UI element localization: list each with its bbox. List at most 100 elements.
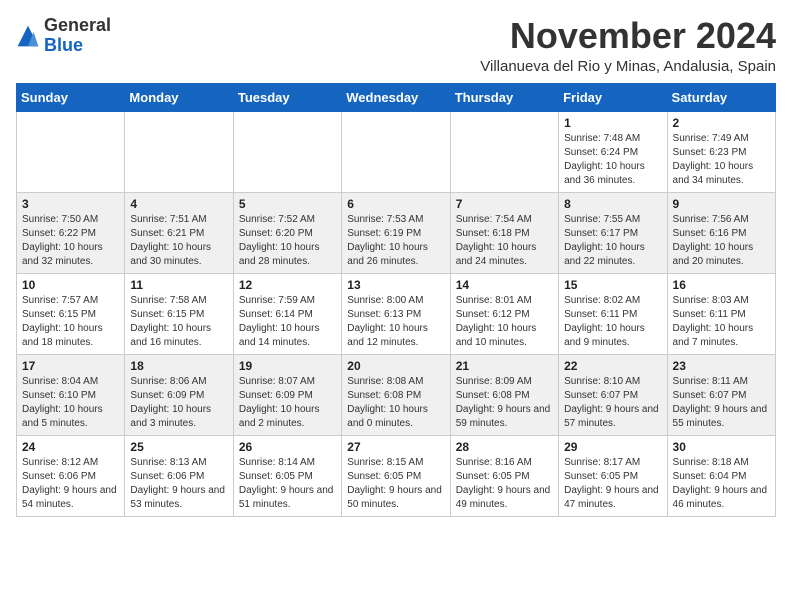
day-number: 23	[673, 359, 770, 373]
day-number: 24	[22, 440, 119, 454]
day-number: 2	[673, 116, 770, 130]
col-friday: Friday	[559, 83, 667, 111]
day-number: 18	[130, 359, 227, 373]
table-cell: 13 Sunrise: 8:00 AM Sunset: 6:13 PM Dayli…	[342, 273, 450, 354]
table-cell: 5Sunrise: 7:52 AM Sunset: 6:20 PM Daylig…	[233, 192, 341, 273]
table-cell	[17, 111, 125, 192]
day-info: Sunrise: 8:01 AM Sunset: 6:12 PM Dayligh…	[456, 294, 553, 350]
calendar-header: Sunday Monday Tuesday Wednesday Thursday…	[17, 83, 776, 111]
header-row: Sunday Monday Tuesday Wednesday Thursday…	[17, 83, 776, 111]
col-monday: Monday	[125, 83, 233, 111]
title-block: November 2024 Villanueva del Rio y Minas…	[480, 16, 776, 75]
day-info: Sunrise: 7:58 AM Sunset: 6:15 PM Dayligh…	[130, 294, 227, 350]
day-number: 30	[673, 440, 770, 454]
day-info: Sunrise: 8:04 AM Sunset: 6:10 PM Dayligh…	[22, 375, 119, 431]
day-info: Sunrise: 7:54 AM Sunset: 6:18 PM Dayligh…	[456, 213, 553, 269]
day-number: 9	[673, 197, 770, 211]
day-number: 25	[130, 440, 227, 454]
day-info: Sunrise: 8:08 AM Sunset: 6:08 PM Dayligh…	[347, 375, 444, 431]
day-info: Sunrise: 7:51 AM Sunset: 6:21 PM Dayligh…	[130, 213, 227, 269]
day-number: 10	[22, 278, 119, 292]
day-number: 29	[564, 440, 661, 454]
table-cell: 9 Sunrise: 7:56 AM Sunset: 6:16 PM Daylig…	[667, 192, 775, 273]
table-cell: 18 Sunrise: 8:06 AM Sunset: 6:09 PM Dayli…	[125, 354, 233, 435]
day-info: Sunrise: 8:11 AM Sunset: 6:07 PM Dayligh…	[673, 375, 770, 431]
day-info: Sunrise: 8:14 AM Sunset: 6:05 PM Dayligh…	[239, 456, 336, 512]
day-info: Sunrise: 8:03 AM Sunset: 6:11 PM Dayligh…	[673, 294, 770, 350]
logo: General Blue	[16, 16, 111, 56]
day-info: Sunrise: 8:02 AM Sunset: 6:11 PM Dayligh…	[564, 294, 661, 350]
day-number: 11	[130, 278, 227, 292]
day-info: Sunrise: 7:55 AM Sunset: 6:17 PM Dayligh…	[564, 213, 661, 269]
table-cell: 25 Sunrise: 8:13 AM Sunset: 6:06 PM Dayli…	[125, 435, 233, 516]
calendar-week-5: 24 Sunrise: 8:12 AM Sunset: 6:06 PM Dayli…	[17, 435, 776, 516]
day-info: Sunrise: 7:49 AM Sunset: 6:23 PM Dayligh…	[673, 132, 770, 188]
table-cell: 21 Sunrise: 8:09 AM Sunset: 6:08 PM Dayli…	[450, 354, 558, 435]
table-cell: 11 Sunrise: 7:58 AM Sunset: 6:15 PM Dayli…	[125, 273, 233, 354]
logo-general: General	[44, 15, 111, 35]
day-number: 4	[130, 197, 227, 211]
day-info: Sunrise: 8:15 AM Sunset: 6:05 PM Dayligh…	[347, 456, 444, 512]
table-cell: 6Sunrise: 7:53 AM Sunset: 6:19 PM Daylig…	[342, 192, 450, 273]
day-number: 22	[564, 359, 661, 373]
day-info: Sunrise: 8:13 AM Sunset: 6:06 PM Dayligh…	[130, 456, 227, 512]
table-cell: 15 Sunrise: 8:02 AM Sunset: 6:11 PM Dayli…	[559, 273, 667, 354]
logo-icon	[16, 24, 40, 48]
table-cell	[342, 111, 450, 192]
table-cell: 4 Sunrise: 7:51 AM Sunset: 6:21 PM Daylig…	[125, 192, 233, 273]
table-cell: 29Sunrise: 8:17 AM Sunset: 6:05 PM Dayli…	[559, 435, 667, 516]
day-number: 6	[347, 197, 444, 211]
day-number: 16	[673, 278, 770, 292]
col-wednesday: Wednesday	[342, 83, 450, 111]
table-cell: 19 Sunrise: 8:07 AM Sunset: 6:09 PM Dayli…	[233, 354, 341, 435]
calendar-week-3: 10 Sunrise: 7:57 AM Sunset: 6:15 PM Dayli…	[17, 273, 776, 354]
table-cell: 8 Sunrise: 7:55 AM Sunset: 6:17 PM Daylig…	[559, 192, 667, 273]
day-number: 14	[456, 278, 553, 292]
day-number: 7	[456, 197, 553, 211]
table-cell	[450, 111, 558, 192]
day-info: Sunrise: 7:59 AM Sunset: 6:14 PM Dayligh…	[239, 294, 336, 350]
day-number: 3	[22, 197, 119, 211]
table-cell: 7 Sunrise: 7:54 AM Sunset: 6:18 PM Daylig…	[450, 192, 558, 273]
day-number: 12	[239, 278, 336, 292]
day-info: Sunrise: 7:56 AM Sunset: 6:16 PM Dayligh…	[673, 213, 770, 269]
day-number: 13	[347, 278, 444, 292]
day-info: Sunrise: 8:12 AM Sunset: 6:06 PM Dayligh…	[22, 456, 119, 512]
day-number: 21	[456, 359, 553, 373]
day-number: 8	[564, 197, 661, 211]
calendar-week-2: 3Sunrise: 7:50 AM Sunset: 6:22 PM Daylig…	[17, 192, 776, 273]
calendar: Sunday Monday Tuesday Wednesday Thursday…	[16, 83, 776, 517]
day-info: Sunrise: 8:07 AM Sunset: 6:09 PM Dayligh…	[239, 375, 336, 431]
logo-text: General Blue	[44, 16, 111, 56]
day-info: Sunrise: 8:18 AM Sunset: 6:04 PM Dayligh…	[673, 456, 770, 512]
table-cell: 10 Sunrise: 7:57 AM Sunset: 6:15 PM Dayli…	[17, 273, 125, 354]
day-number: 28	[456, 440, 553, 454]
day-info: Sunrise: 8:10 AM Sunset: 6:07 PM Dayligh…	[564, 375, 661, 431]
day-number: 17	[22, 359, 119, 373]
logo-blue: Blue	[44, 35, 83, 55]
day-info: Sunrise: 7:52 AM Sunset: 6:20 PM Dayligh…	[239, 213, 336, 269]
location-title: Villanueva del Rio y Minas, Andalusia, S…	[480, 58, 776, 75]
table-cell: 1Sunrise: 7:48 AM Sunset: 6:24 PM Daylig…	[559, 111, 667, 192]
table-cell: 14 Sunrise: 8:01 AM Sunset: 6:12 PM Dayli…	[450, 273, 558, 354]
month-title: November 2024	[480, 16, 776, 56]
table-cell: 3Sunrise: 7:50 AM Sunset: 6:22 PM Daylig…	[17, 192, 125, 273]
table-cell: 28Sunrise: 8:16 AM Sunset: 6:05 PM Dayli…	[450, 435, 558, 516]
calendar-body: 1Sunrise: 7:48 AM Sunset: 6:24 PM Daylig…	[17, 111, 776, 516]
table-cell: 20 Sunrise: 8:08 AM Sunset: 6:08 PM Dayli…	[342, 354, 450, 435]
header: General Blue November 2024 Villanueva de…	[16, 16, 776, 75]
table-cell: 26Sunrise: 8:14 AM Sunset: 6:05 PM Dayli…	[233, 435, 341, 516]
day-info: Sunrise: 7:57 AM Sunset: 6:15 PM Dayligh…	[22, 294, 119, 350]
table-cell: 22 Sunrise: 8:10 AM Sunset: 6:07 PM Dayli…	[559, 354, 667, 435]
day-number: 15	[564, 278, 661, 292]
calendar-week-1: 1Sunrise: 7:48 AM Sunset: 6:24 PM Daylig…	[17, 111, 776, 192]
col-saturday: Saturday	[667, 83, 775, 111]
day-number: 27	[347, 440, 444, 454]
day-info: Sunrise: 8:00 AM Sunset: 6:13 PM Dayligh…	[347, 294, 444, 350]
day-number: 20	[347, 359, 444, 373]
table-cell	[233, 111, 341, 192]
day-number: 19	[239, 359, 336, 373]
day-info: Sunrise: 8:06 AM Sunset: 6:09 PM Dayligh…	[130, 375, 227, 431]
day-info: Sunrise: 7:48 AM Sunset: 6:24 PM Dayligh…	[564, 132, 661, 188]
day-info: Sunrise: 8:09 AM Sunset: 6:08 PM Dayligh…	[456, 375, 553, 431]
